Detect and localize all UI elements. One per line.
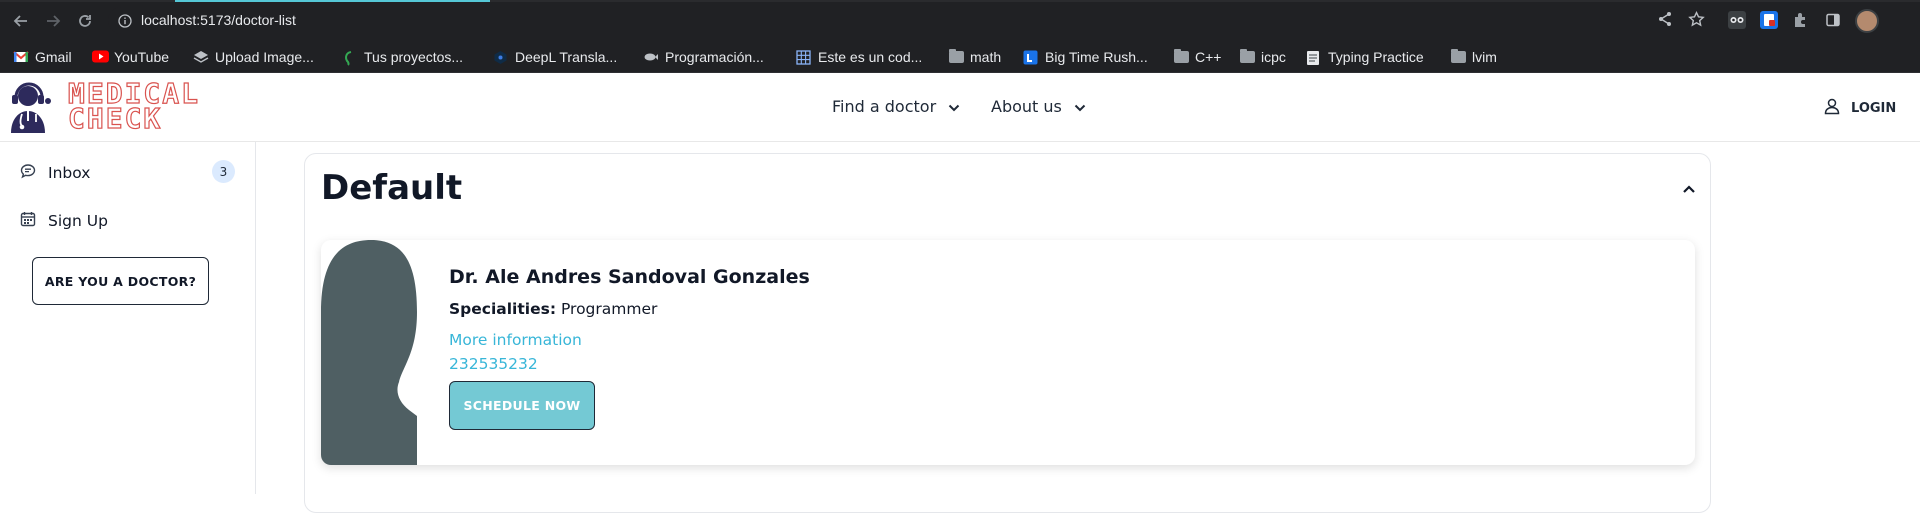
doctor-card: Dr. Ale Andres Sandoval Gonzales Special… xyxy=(321,240,1695,465)
specialities-value: Programmer xyxy=(560,300,658,318)
bookmark-label: C++ xyxy=(1195,49,1222,65)
extensions-puzzle-icon[interactable] xyxy=(1792,11,1810,29)
bookmark-lvim[interactable]: lvim xyxy=(1451,48,1497,66)
bookmark-big-time-rush[interactable]: Big Time Rush... xyxy=(1023,48,1148,66)
bookmark-label: Este es un cod... xyxy=(818,49,923,65)
doc-icon xyxy=(1306,50,1322,65)
login-button[interactable]: LOGIN xyxy=(1823,97,1896,119)
login-label: LOGIN xyxy=(1851,100,1897,116)
bookmark-label: lvim xyxy=(1472,49,1497,65)
sidebar-item-label: Inbox xyxy=(48,164,91,182)
bookmark-typing-practice[interactable]: Typing Practice xyxy=(1306,48,1424,66)
active-tab-indicator xyxy=(175,0,490,2)
app-header: MEDICAL CHECK Find a doctor About us LOG… xyxy=(0,73,1920,142)
bookmark-label: Tus proyectos... xyxy=(364,49,464,65)
youtube-icon xyxy=(92,50,109,64)
nav-label: Find a doctor xyxy=(832,97,937,116)
tv-icon xyxy=(1023,50,1039,65)
tab-strip xyxy=(0,0,1920,2)
bookmark-math[interactable]: math xyxy=(949,48,1001,66)
nav-about-us[interactable]: About us xyxy=(991,97,1086,116)
nav-find-a-doctor[interactable]: Find a doctor xyxy=(832,97,960,116)
side-panel-icon[interactable] xyxy=(1824,11,1842,29)
bookmark-programacion[interactable]: Programación... xyxy=(643,48,764,66)
url-text[interactable]: localhost:5173/doctor-list xyxy=(141,12,296,28)
bookmark-label: Gmail xyxy=(35,49,72,65)
bookmark-este-es-un-cod[interactable]: Este es un cod... xyxy=(796,48,922,66)
bookmark-deepl[interactable]: DeepL Transla... xyxy=(493,48,617,66)
bookmark-gmail[interactable]: Gmail xyxy=(13,48,72,66)
bookmark-label: Typing Practice xyxy=(1328,49,1424,65)
sidebar-item-label: Sign Up xyxy=(48,212,108,230)
fish-icon xyxy=(643,50,659,64)
folder-icon xyxy=(1240,49,1255,63)
bookmark-cpp[interactable]: C++ xyxy=(1174,48,1221,66)
doctor-specialities: Specialities: Programmer xyxy=(449,300,657,318)
doctor-logo-icon[interactable] xyxy=(8,81,54,133)
schedule-now-button[interactable]: SCHEDULE NOW xyxy=(449,381,595,430)
browser-toolbar: localhost:5173/doctor-list xyxy=(0,0,1920,40)
bookmark-label: YouTube xyxy=(114,49,170,65)
grid-icon xyxy=(796,50,812,65)
deepl-icon xyxy=(493,50,509,64)
share-icon[interactable] xyxy=(1657,11,1673,31)
leaf-icon xyxy=(342,50,358,66)
bookmark-label: Upload Image... xyxy=(215,49,314,65)
calendar-icon xyxy=(20,211,36,231)
bookmarks-bar: Gmail YouTube Upload Image... Tus proyec… xyxy=(0,40,1920,73)
chevron-up-icon[interactable] xyxy=(1682,179,1696,198)
gmail-icon xyxy=(13,50,29,64)
bookmark-label: math xyxy=(970,49,1002,65)
site-info-icon[interactable] xyxy=(118,13,132,32)
chevron-down-icon xyxy=(1074,97,1086,116)
doctor-name: Dr. Ale Andres Sandoval Gonzales xyxy=(449,266,810,288)
bookmark-label: DeepL Transla... xyxy=(515,49,618,65)
specialities-label: Specialities: xyxy=(449,300,557,318)
profile-avatar-icon[interactable] xyxy=(1855,9,1879,33)
upload-icon xyxy=(193,50,209,64)
section-title: Default xyxy=(321,168,463,208)
extension-blue-icon[interactable] xyxy=(1760,11,1778,29)
bookmark-label: Big Time Rush... xyxy=(1045,49,1148,65)
user-icon xyxy=(1823,97,1841,119)
bookmark-tus-proyectos[interactable]: Tus proyectos... xyxy=(342,48,463,66)
chat-icon xyxy=(20,163,36,183)
bookmark-upload-image[interactable]: Upload Image... xyxy=(193,48,314,66)
doctor-avatar-icon xyxy=(321,240,421,465)
bookmark-star-icon[interactable] xyxy=(1688,10,1705,32)
phone-link[interactable]: 232535232 xyxy=(449,355,538,373)
sidebar-item-sign-up[interactable]: Sign Up xyxy=(20,211,108,231)
doctor-list-panel: Default Dr. Ale Andres Sandoval Gonzales… xyxy=(304,153,1711,513)
folder-icon xyxy=(1451,49,1466,63)
folder-icon xyxy=(949,49,964,63)
sidebar-item-inbox[interactable]: Inbox xyxy=(20,163,90,183)
bookmark-icpc[interactable]: icpc xyxy=(1240,48,1286,66)
bookmark-youtube[interactable]: YouTube xyxy=(92,48,169,66)
forward-icon[interactable] xyxy=(42,10,64,32)
extension-glasses-icon[interactable] xyxy=(1728,11,1746,29)
are-you-a-doctor-button[interactable]: ARE YOU A DOCTOR? xyxy=(32,257,209,305)
more-information-link[interactable]: More information xyxy=(449,331,582,349)
brand-logo-text[interactable]: MEDICAL CHECK xyxy=(67,79,200,133)
back-icon[interactable] xyxy=(10,10,32,32)
nav-label: About us xyxy=(991,97,1062,116)
folder-icon xyxy=(1174,49,1189,63)
inbox-count-badge: 3 xyxy=(212,160,235,183)
address-bar[interactable]: localhost:5173/doctor-list xyxy=(108,7,1691,34)
sidebar: Inbox 3 Sign Up ARE YOU A DOCTOR? xyxy=(0,142,256,494)
chevron-down-icon xyxy=(948,97,960,116)
bookmark-label: Programación... xyxy=(665,49,764,65)
reload-icon[interactable] xyxy=(74,10,96,32)
bookmark-label: icpc xyxy=(1261,49,1286,65)
